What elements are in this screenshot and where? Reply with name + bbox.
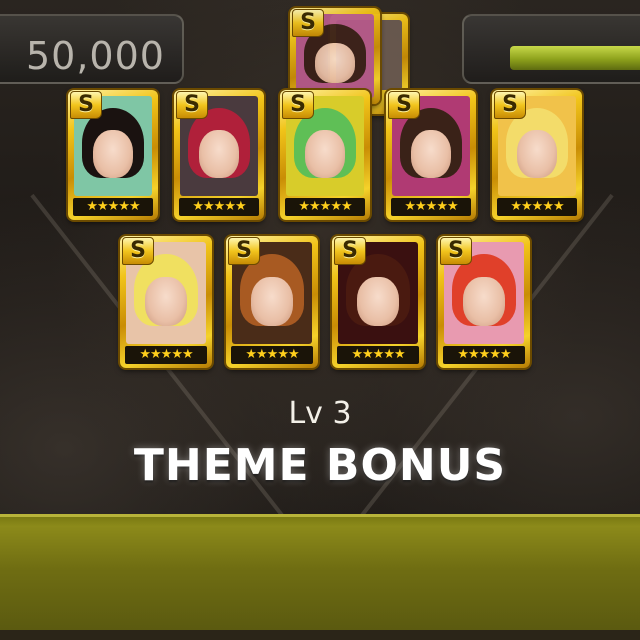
member-card[interactable]: S ★★★★★: [226, 236, 318, 368]
rank-badge: S: [228, 237, 260, 265]
rank-badge: S: [122, 237, 154, 265]
theme-bonus-title: THEME BONUS: [133, 440, 507, 491]
face: [463, 276, 505, 326]
face: [92, 130, 134, 178]
star-rating: ★★★★★: [443, 346, 525, 364]
rank-badge: S: [440, 237, 472, 265]
star-rating: ★★★★★: [391, 198, 471, 216]
star-rating: ★★★★★: [125, 346, 207, 364]
member-card[interactable]: S ★★★★★: [492, 90, 582, 220]
rank-badge: S: [292, 9, 324, 37]
member-card[interactable]: S ★★★★★: [332, 236, 424, 368]
face: [410, 130, 452, 178]
member-card[interactable]: S ★★★★★: [280, 90, 370, 220]
rank-badge: S: [70, 91, 102, 119]
face: [304, 130, 346, 178]
rank-badge: S: [176, 91, 208, 119]
rank-badge: S: [282, 91, 314, 119]
face: [251, 276, 293, 326]
face: [314, 42, 356, 83]
rank-badge: S: [334, 237, 366, 265]
face: [198, 130, 240, 178]
face: [145, 276, 187, 326]
star-rating: ★★★★★: [73, 198, 153, 216]
score-value: 50,000: [26, 34, 165, 78]
face: [516, 130, 558, 178]
rank-badge: S: [494, 91, 526, 119]
gauge-fill: [510, 46, 640, 70]
star-rating: ★★★★★: [497, 198, 577, 216]
star-rating: ★★★★★: [285, 198, 365, 216]
member-card[interactable]: S ★★★★★: [68, 90, 158, 220]
star-rating: ★★★★★: [179, 198, 259, 216]
face: [357, 276, 399, 326]
member-card[interactable]: S ★★★★★: [386, 90, 476, 220]
bottom-panel: [0, 514, 640, 633]
star-rating: ★★★★★: [337, 346, 419, 364]
member-card[interactable]: S ★★★★★: [174, 90, 264, 220]
theme-level: Lv 3: [288, 396, 352, 431]
star-rating: ★★★★★: [231, 346, 313, 364]
rank-badge: S: [388, 91, 420, 119]
member-card[interactable]: S ★★★★★: [438, 236, 530, 368]
member-card[interactable]: S ★★★★★: [120, 236, 212, 368]
bottom-strip: [0, 630, 640, 640]
